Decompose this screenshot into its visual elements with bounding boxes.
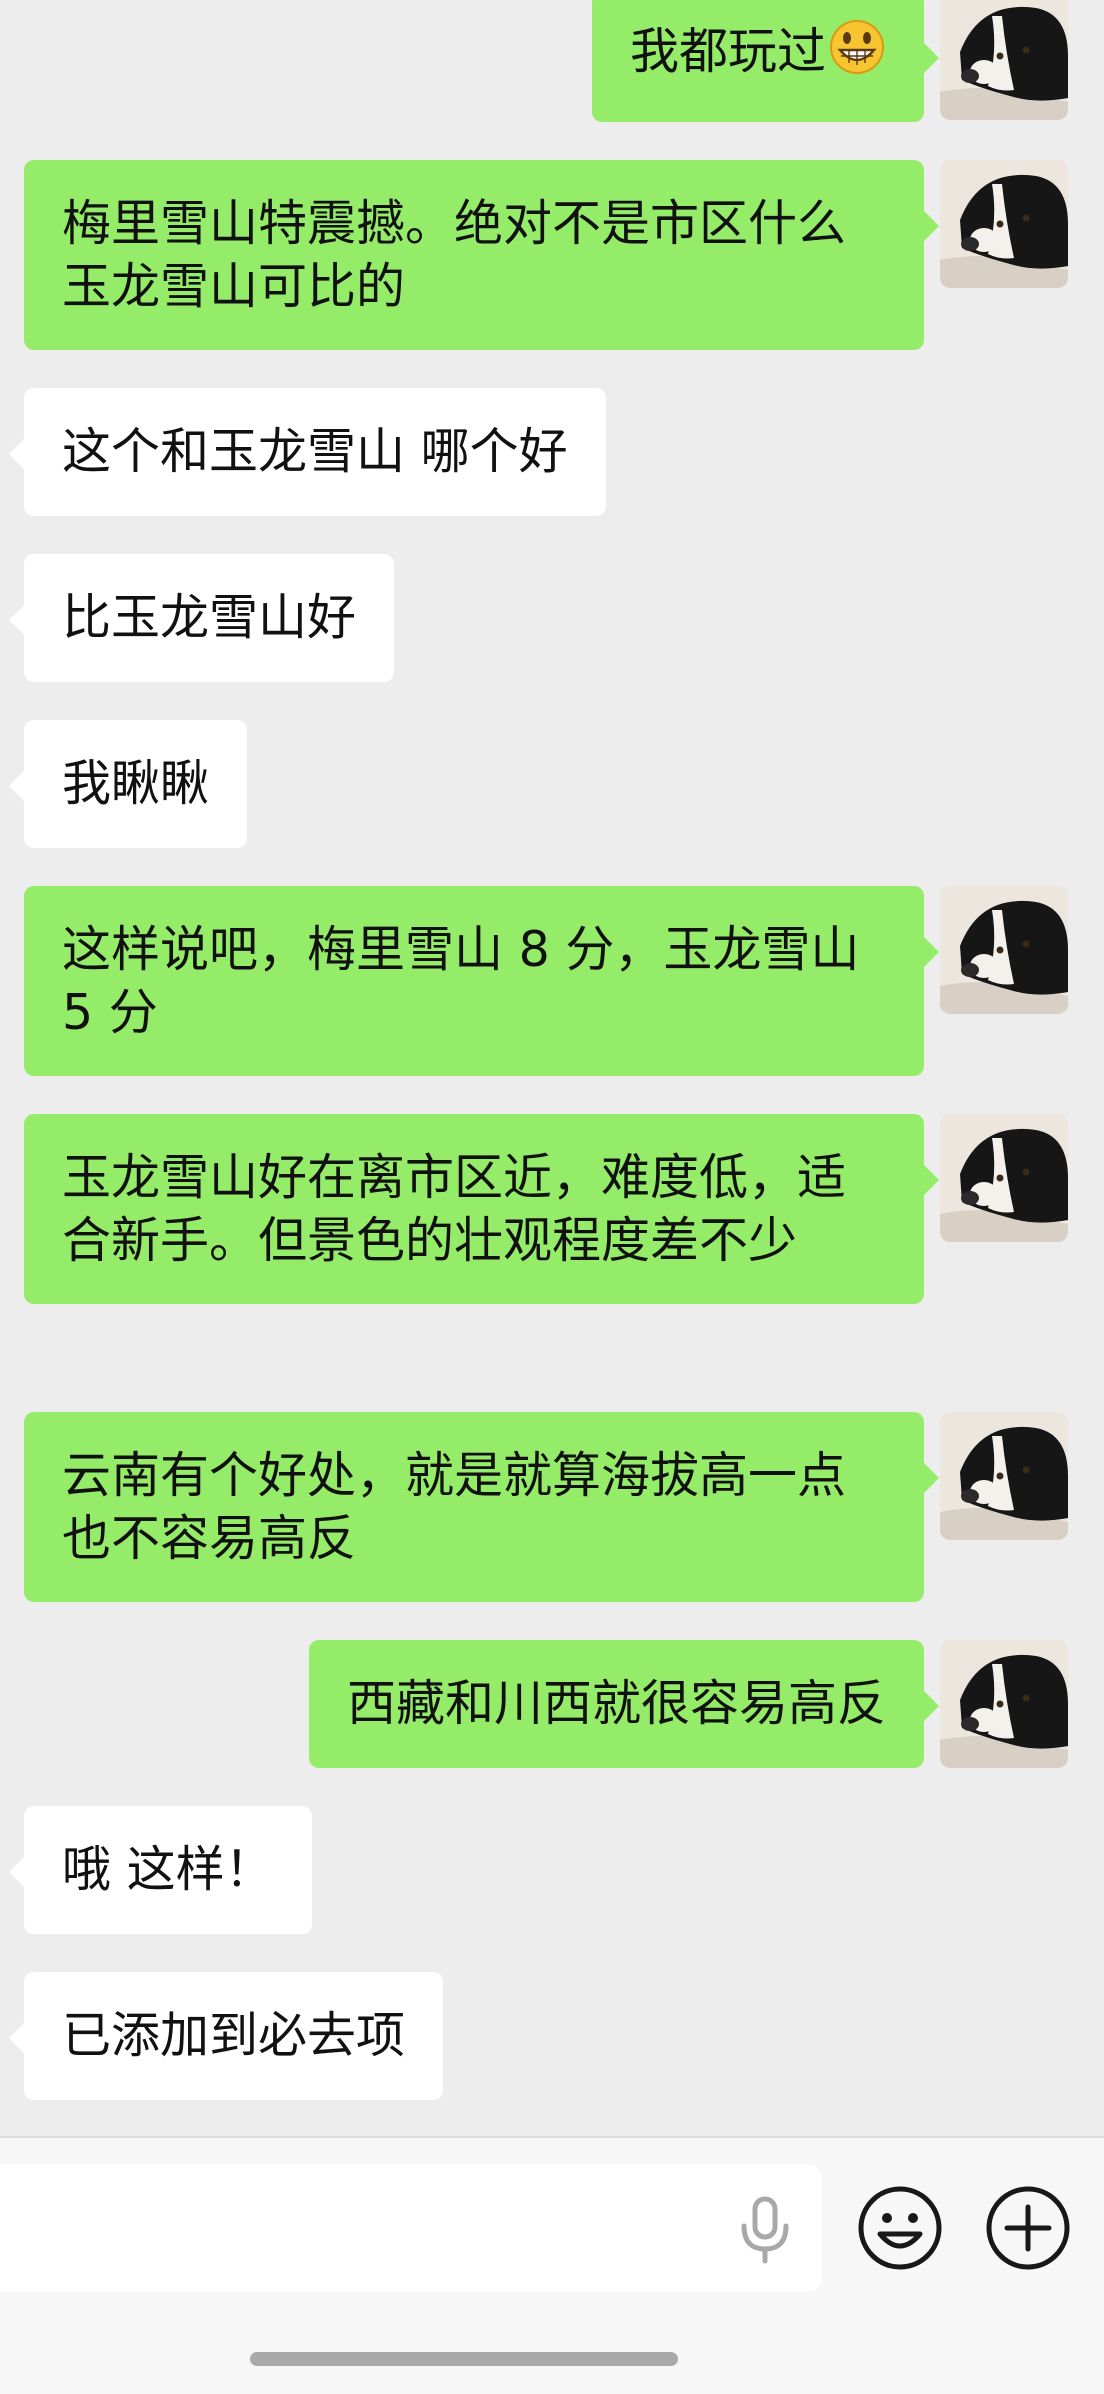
- message-bubble[interactable]: 比玉龙雪山好: [8, 554, 395, 682]
- my-avatar[interactable]: [940, 0, 1068, 120]
- message-bubble[interactable]: 玉龙雪山好在离市区近，难度低，适合新手。但景色的壮观程度差不少: [24, 1114, 939, 1304]
- plus-icon[interactable]: [984, 2184, 1072, 2272]
- message-bubble[interactable]: 已添加到必去项: [8, 1972, 444, 2100]
- message-bubble[interactable]: 我瞅瞅: [8, 720, 248, 848]
- chat-area: 我都玩过 梅里雪山特震撼。绝对不是市区什么玉龙雪山可比的 这个和玉龙雪山 哪个好…: [0, 0, 1104, 2136]
- input-bar: [0, 2136, 1104, 2394]
- my-avatar[interactable]: [940, 160, 1068, 288]
- microphone-icon[interactable]: [738, 2196, 792, 2264]
- my-avatar[interactable]: [940, 1412, 1068, 1540]
- message-bubble[interactable]: 梅里雪山特震撼。绝对不是市区什么玉龙雪山可比的: [24, 160, 939, 350]
- message-text: 我都玩过: [629, 23, 826, 80]
- message-bubble[interactable]: 我都玩过: [591, 0, 940, 122]
- message-bubble[interactable]: 哦 这样！: [9, 1806, 312, 1934]
- message-input[interactable]: [0, 2164, 822, 2292]
- emoji-icon[interactable]: [856, 2184, 944, 2272]
- my-avatar[interactable]: [940, 1114, 1068, 1242]
- my-avatar[interactable]: [940, 1640, 1068, 1768]
- message-bubble[interactable]: 这样说吧，梅里雪山 8 分，玉龙雪山 5 分: [24, 886, 939, 1076]
- message-bubble[interactable]: 云南有个好处，就是就算海拔高一点也不容易高反: [24, 1412, 939, 1602]
- grinning-face-emoji: [828, 18, 886, 76]
- my-avatar[interactable]: [940, 886, 1068, 1014]
- message-bubble[interactable]: 这个和玉龙雪山 哪个好: [9, 388, 606, 516]
- message-bubble[interactable]: 西藏和川西就很容易高反: [308, 1640, 940, 1768]
- home-indicator[interactable]: [250, 2352, 678, 2366]
